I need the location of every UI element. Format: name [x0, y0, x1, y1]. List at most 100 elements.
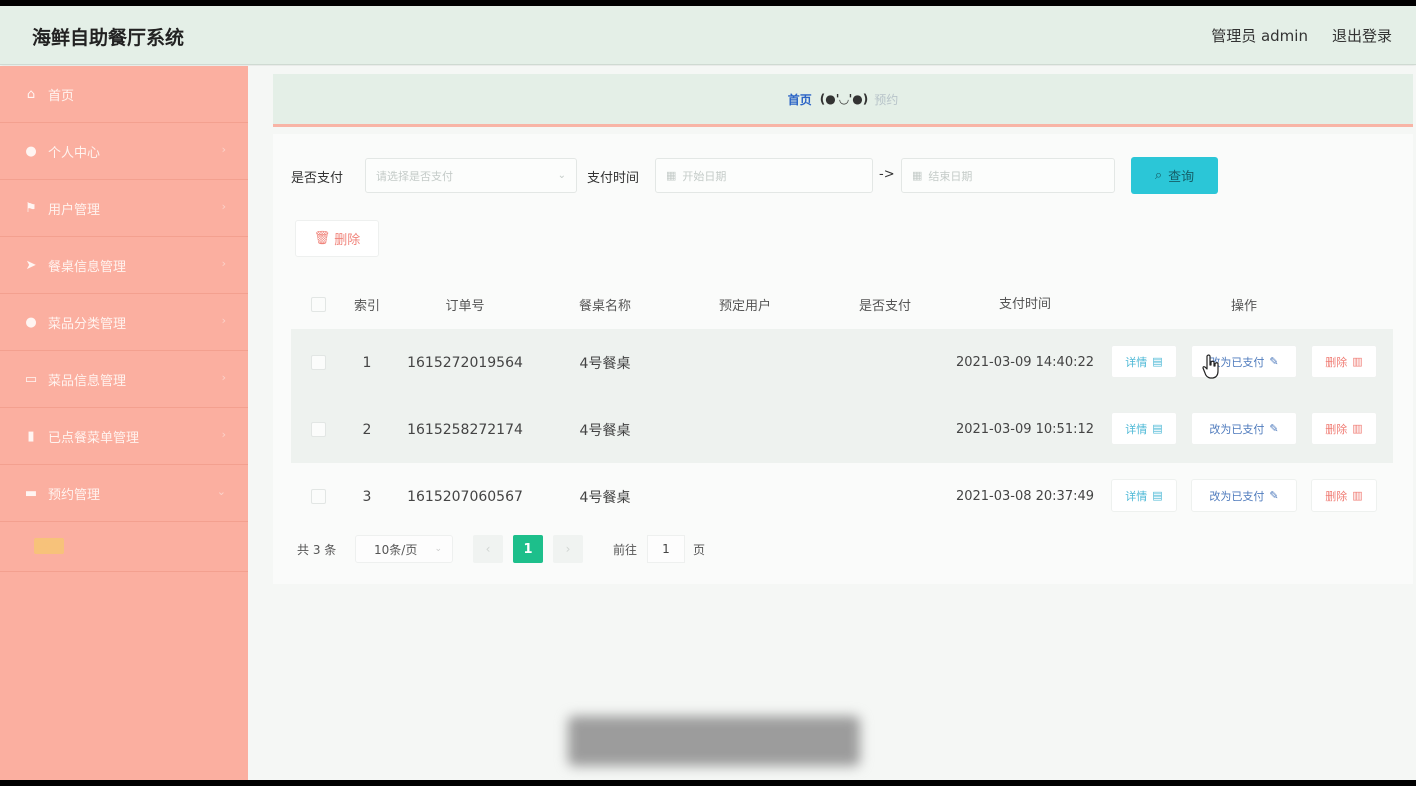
end-date-input[interactable]: ▦ 结束日期 — [901, 158, 1115, 193]
flag-icon: ⚑ — [25, 200, 37, 216]
blurred-watermark — [568, 716, 860, 766]
row-table-name: 4号餐桌 — [579, 422, 631, 439]
user-icon: ● — [25, 143, 37, 159]
chevron-right-icon: › — [221, 200, 226, 213]
detail-button[interactable]: 详情 ▤ — [1111, 479, 1177, 512]
table-header: 索引 订单号 餐桌名称 预定用户 是否支付 支付时间 操作 — [291, 279, 1393, 329]
paid-filter-label: 是否支付 — [291, 171, 344, 186]
sidebar-item-label: 个人中心 — [48, 145, 101, 161]
sidebar-submenu: 预约 — [0, 522, 248, 572]
chevron-down-icon: ⌄ — [216, 485, 226, 498]
column-table-name: 餐桌名称 — [578, 298, 631, 314]
sidebar-item-label: 预约管理 — [48, 487, 101, 503]
column-order-no: 订单号 — [445, 298, 485, 314]
app-window: 海鲜自助餐厅系统 管理员 admin 退出登录 ⌂ 首页 ● 个人中心 › ⚑ … — [0, 6, 1416, 780]
pay-time-label: 支付时间 — [587, 171, 640, 186]
edit-icon: ✎ — [1269, 355, 1279, 368]
start-date-placeholder: 开始日期 — [682, 169, 727, 183]
sidebar: ⌂ 首页 ● 个人中心 › ⚑ 用户管理 › ➤ 餐桌信息管理 › ● 菜品分类… — [0, 66, 248, 780]
app-title: 海鲜自助餐厅系统 — [32, 27, 185, 49]
delete-button[interactable]: 删除 ▥ — [1311, 412, 1377, 445]
row-ops: 详情 ▤ 改为已支付 ✎ 删除 ▥ — [1095, 463, 1393, 530]
folder-icon: ▬ — [24, 485, 38, 501]
trash-icon: ▥ — [1352, 355, 1363, 368]
column-pay-time: 支付时间 — [998, 296, 1051, 312]
batch-delete-button[interactable]: 🗑 删除 — [295, 220, 379, 257]
mark-paid-button[interactable]: 改为已支付 ✎ — [1191, 479, 1297, 512]
page-number-current[interactable]: 1 — [513, 535, 543, 563]
view-icon: ▤ — [1152, 422, 1163, 435]
row-checkbox[interactable] — [311, 422, 326, 437]
table-row: 1 1615272019564 4号餐桌 2021-03-09 14:40:22… — [291, 329, 1393, 396]
sidebar-item-profile[interactable]: ● 个人中心 › — [0, 123, 248, 180]
chevron-right-icon: › — [221, 257, 226, 270]
calendar-icon: ▦ — [912, 169, 923, 182]
chevron-right-icon: › — [221, 143, 226, 156]
date-range-separator: -> — [879, 167, 895, 182]
bar-chart-icon: ▮ — [27, 428, 35, 444]
sidebar-item-tables[interactable]: ➤ 餐桌信息管理 › — [0, 237, 248, 294]
sidebar-item-label: 用户管理 — [48, 202, 101, 218]
table-row: 2 1615258272174 4号餐桌 2021-03-09 10:51:12… — [291, 396, 1393, 463]
row-table-name: 4号餐桌 — [579, 489, 631, 506]
chevron-right-icon: › — [221, 428, 226, 441]
column-paid: 是否支付 — [858, 298, 911, 314]
next-page-button[interactable]: › — [553, 535, 583, 563]
table-row: 3 1615207060567 4号餐桌 2021-03-08 20:37:49… — [291, 463, 1393, 530]
goto-page-input[interactable]: 1 — [647, 535, 685, 563]
sidebar-subitem-reservations[interactable]: 预约 — [34, 538, 64, 554]
row-checkbox[interactable] — [311, 355, 326, 370]
sidebar-item-label: 菜品分类管理 — [48, 316, 127, 332]
header-actions: 管理员 admin 退出登录 — [1211, 25, 1392, 46]
detail-button[interactable]: 详情 ▤ — [1111, 412, 1177, 445]
prev-page-button[interactable]: ‹ — [473, 535, 503, 563]
view-icon: ▤ — [1152, 355, 1163, 368]
logout-link[interactable]: 退出登录 — [1332, 25, 1392, 46]
row-ops: 详情 ▤ 改为已支付 ✎ 删除 ▥ — [1095, 396, 1393, 463]
column-user: 预定用户 — [718, 298, 771, 314]
page-size-select[interactable]: 10条/页 ⌄ — [355, 535, 453, 563]
sidebar-item-dish-categories[interactable]: ● 菜品分类管理 › — [0, 294, 248, 351]
breadcrumb-emoticon: (●'◡'●) — [819, 92, 869, 106]
reservations-table: 索引 订单号 餐桌名称 预定用户 是否支付 支付时间 操作 1 16152720… — [291, 279, 1393, 530]
sidebar-item-users[interactable]: ⚑ 用户管理 › — [0, 180, 248, 237]
row-checkbox[interactable] — [311, 489, 326, 504]
select-all-checkbox[interactable] — [311, 296, 326, 312]
query-button-label: 查询 — [1168, 170, 1195, 185]
row-paid — [815, 396, 955, 463]
mark-paid-button[interactable]: 改为已支付 ✎ — [1191, 412, 1297, 445]
send-icon: ➤ — [25, 257, 37, 273]
row-pay-time: 2021-03-09 10:51:12 — [955, 422, 1095, 437]
chevron-down-icon: ⌄ — [557, 170, 566, 181]
start-date-input[interactable]: ▦ 开始日期 — [655, 158, 873, 193]
sidebar-item-dishes[interactable]: ▭ 菜品信息管理 › — [0, 351, 248, 408]
delete-button[interactable]: 删除 ▥ — [1311, 479, 1377, 512]
hand-cursor-icon — [1202, 354, 1219, 379]
sidebar-item-reservations[interactable]: ▬ 预约管理 ⌄ — [0, 465, 248, 522]
paid-filter-select[interactable]: 请选择是否支付 ⌄ — [365, 158, 577, 193]
sidebar-item-home[interactable]: ⌂ 首页 — [0, 66, 248, 123]
breadcrumb-home[interactable]: 首页 — [788, 91, 812, 108]
view-icon: ▤ — [1152, 489, 1163, 502]
trash-icon: ▥ — [1352, 422, 1363, 435]
row-paid — [815, 463, 955, 530]
search-icon: ⌕ — [1154, 168, 1163, 183]
detail-button[interactable]: 详情 ▤ — [1111, 345, 1177, 378]
sidebar-item-label: 首页 — [48, 88, 75, 104]
delete-button[interactable]: 删除 ▥ — [1311, 345, 1377, 378]
row-order-no: 1615272019564 — [407, 354, 523, 371]
row-index: 1 — [362, 354, 372, 371]
calendar-icon: ▦ — [666, 169, 677, 182]
trash-icon: 🗑 — [313, 231, 331, 246]
query-button[interactable]: ⌕ 查询 — [1131, 157, 1218, 194]
card-icon: ▭ — [24, 371, 38, 387]
sidebar-item-ordered-menus[interactable]: ▮ 已点餐菜单管理 › — [0, 408, 248, 465]
top-header: 海鲜自助餐厅系统 管理员 admin 退出登录 — [0, 6, 1416, 65]
current-user-label[interactable]: 管理员 admin — [1211, 25, 1308, 46]
row-index: 2 — [362, 421, 372, 438]
page-suffix: 页 — [693, 543, 706, 557]
home-icon: ⌂ — [26, 86, 36, 102]
chevron-down-icon: ⌄ — [434, 544, 442, 554]
edit-icon: ✎ — [1269, 422, 1279, 435]
row-index: 3 — [362, 488, 372, 505]
